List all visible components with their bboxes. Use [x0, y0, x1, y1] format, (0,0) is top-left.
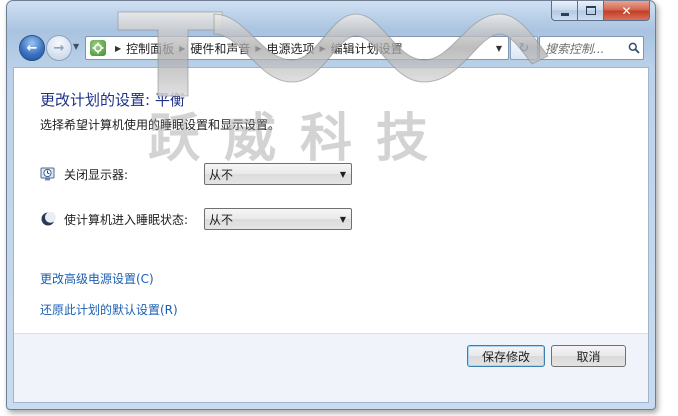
page-title: 更改计划的设置: 平衡	[40, 91, 185, 109]
breadcrumb-hardware-sound[interactable]: 硬件和声音	[190, 40, 250, 57]
magnifier-icon[interactable]	[625, 42, 643, 54]
sleep-value: 从不	[209, 212, 234, 227]
cancel-button[interactable]: 取消	[551, 345, 626, 367]
sleep-select[interactable]: 从不 ▼	[204, 208, 352, 230]
search-input[interactable]: 搜索控制...	[539, 36, 644, 60]
search-placeholder: 搜索控制...	[545, 41, 605, 56]
navigation-bar: ← → ▼ ▶ 控制面板 ▶ 硬件和声音 ▶ 电源选项 ▶ 编辑计划设置 ▼ ↻…	[19, 35, 647, 61]
restore-defaults-link[interactable]: 还原此计划的默认设置(R)	[40, 301, 178, 318]
maximize-icon	[585, 6, 596, 15]
page-description: 选择希望计算机使用的睡眠设置和显示设置。	[40, 118, 281, 132]
caption-buttons: ✕	[551, 1, 650, 21]
breadcrumb-power-options[interactable]: 电源选项	[267, 40, 315, 57]
content-pane: 更改计划的设置: 平衡 选择希望计算机使用的睡眠设置和显示设置。 关闭显示器: …	[13, 67, 649, 403]
minimize-icon	[560, 12, 569, 16]
sleep-label: 使计算机进入睡眠状态:	[64, 212, 189, 227]
minimize-button[interactable]	[551, 1, 578, 21]
display-off-select[interactable]: 从不 ▼	[204, 163, 352, 185]
chevron-down-icon: ▼	[339, 169, 347, 179]
forward-button[interactable]: →	[46, 35, 72, 61]
close-button[interactable]: ✕	[604, 1, 650, 21]
address-dropdown-button[interactable]: ▼	[490, 37, 508, 59]
sleep-row: 使计算机进入睡眠状态:	[40, 207, 188, 231]
maximize-button[interactable]	[578, 1, 604, 21]
display-off-label: 关闭显示器:	[64, 167, 129, 182]
moon-icon	[40, 211, 56, 227]
advanced-settings-link[interactable]: 更改高级电源设置(C)	[40, 270, 154, 287]
breadcrumb-separator[interactable]: ▶	[255, 44, 261, 53]
breadcrumb-control-panel[interactable]: 控制面板	[126, 40, 174, 57]
save-button[interactable]: 保存修改	[467, 345, 545, 367]
breadcrumb-separator[interactable]: ▶	[115, 44, 121, 53]
recent-pages-dropdown[interactable]: ▼	[73, 42, 79, 51]
display-off-row: 关闭显示器:	[40, 162, 128, 186]
refresh-button[interactable]: ↻	[510, 36, 538, 60]
monitor-clock-icon	[40, 166, 56, 182]
display-off-value: 从不	[209, 167, 234, 182]
control-panel-icon	[90, 40, 106, 56]
breadcrumb-separator[interactable]: ▶	[179, 44, 185, 53]
chevron-down-icon: ▼	[339, 214, 347, 224]
breadcrumb-edit-plan[interactable]: 编辑计划设置	[331, 40, 403, 57]
address-bar[interactable]: ▶ 控制面板 ▶ 硬件和声音 ▶ 电源选项 ▶ 编辑计划设置 ▼	[85, 36, 509, 60]
breadcrumb-separator[interactable]: ▶	[320, 44, 326, 53]
forward-arrow-icon: →	[53, 40, 65, 56]
control-panel-window: ✕ ← → ▼ ▶ 控制面板 ▶ 硬件和声音 ▶ 电源选项 ▶ 编辑计划设置 ▼…	[6, 0, 656, 410]
refresh-icon: ↻	[518, 40, 530, 56]
back-arrow-icon: ←	[26, 40, 38, 56]
back-button[interactable]: ←	[19, 35, 45, 61]
